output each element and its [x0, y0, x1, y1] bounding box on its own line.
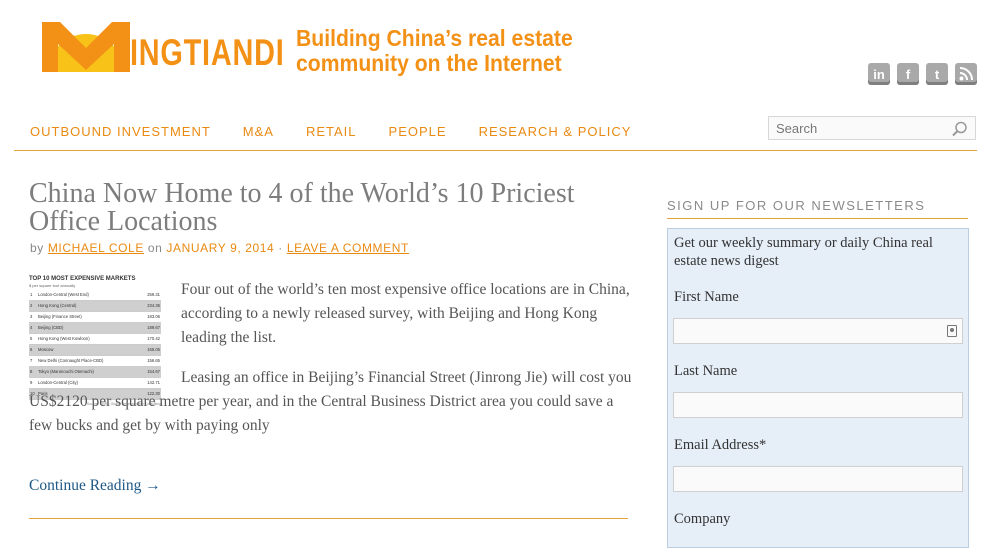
main-nav: OUTBOUND INVESTMENT M&A RETAIL PEOPLE RE… — [14, 114, 977, 151]
author-link[interactable]: MICHAEL COLE — [48, 241, 144, 255]
sun-logo-icon — [42, 22, 130, 72]
site-logo[interactable]: INGTIANDI — [38, 14, 284, 74]
thumb-row-label: Beijing (Finance Street) — [38, 314, 82, 319]
thumb-table-row: 2 Hong Kong (Central) 234.36 — [29, 301, 161, 312]
thumb-row-left: 5 Hong Kong (West Kowloon) — [30, 334, 90, 344]
thumb-row-value: 165.05 — [147, 347, 160, 352]
search-box — [768, 116, 976, 140]
rss-icon[interactable] — [955, 63, 977, 85]
first-name-label: First Name — [674, 289, 739, 305]
site-header: INGTIANDI Building China’s real estate c… — [0, 0, 991, 110]
thumb-row-rank: 2 — [30, 303, 33, 308]
last-name-field[interactable] — [673, 392, 963, 418]
thumb-row-rank: 1 — [30, 292, 33, 297]
nav-item-people[interactable]: PEOPLE — [389, 124, 447, 139]
twitter-icon[interactable]: t — [926, 63, 948, 85]
post-divider — [29, 518, 628, 519]
thumb-row-value: 234.36 — [147, 303, 160, 308]
thumb-row-value: 170.42 — [147, 336, 160, 341]
thumb-row-label: Moscow — [38, 347, 54, 352]
thumb-title: TOP 10 MOST EXPENSIVE MARKETS — [29, 276, 136, 282]
thumb-row-label: Hong Kong (Central) — [38, 303, 77, 308]
facebook-icon[interactable]: f — [897, 63, 919, 85]
thumb-row-left: 1 London-Central (West End) — [30, 290, 89, 300]
thumb-table-row: 1 London-Central (West End) 259.31 — [29, 290, 161, 301]
thumb-table-row: 3 Beijing (Finance Street) 183.06 — [29, 312, 161, 323]
nav-item-retail[interactable]: RETAIL — [306, 124, 357, 139]
thumb-subtitle: $ per square foot annually — [29, 283, 76, 288]
newsletter-heading: SIGN UP FOR OUR NEWSLETTERS — [667, 198, 968, 219]
thumb-row-left: 4 Beijing (CBD) — [30, 323, 63, 333]
thumb-row-value: 189.67 — [147, 325, 160, 330]
thumb-row-value: 156.65 — [147, 358, 160, 363]
meta-on: on — [147, 241, 163, 255]
search-icon[interactable] — [951, 120, 969, 138]
newsletter-description: Get our weekly summary or daily China re… — [674, 235, 933, 269]
thumb-table-row: 5 Hong Kong (West Kowloon) 170.42 — [29, 334, 161, 345]
tagline-line-1: Building China’s real estate — [296, 25, 573, 51]
post-paragraph-2-text: Leasing an office in Beijing’s Financial… — [29, 369, 632, 434]
nav-menu: OUTBOUND INVESTMENT M&A RETAIL PEOPLE RE… — [30, 124, 663, 139]
contact-card-icon — [947, 325, 957, 337]
thumb-table-row: 4 Beijing (CBD) 189.67 — [29, 323, 161, 334]
post-paragraph-1: Four out of the world’s ten most expensi… — [181, 281, 630, 346]
meta-separator: · — [278, 241, 283, 255]
thumb-table-row: 6 Moscow 165.05 — [29, 345, 161, 356]
search-input[interactable] — [769, 117, 953, 139]
thumb-row-label: Beijing (CBD) — [38, 325, 64, 330]
thumb-row-left: 6 Moscow — [30, 345, 53, 355]
thumb-row-label: London-Central (West End) — [38, 292, 89, 297]
email-label: Email Address* — [674, 437, 767, 453]
thumb-row-label: New Delhi (Connaught Place-CBD) — [38, 358, 104, 363]
linkedin-icon[interactable]: in — [868, 63, 890, 85]
first-name-field[interactable] — [673, 318, 963, 344]
thumb-row-value: 259.31 — [147, 292, 160, 297]
nav-item-research-policy[interactable]: RESEARCH & POLICY — [479, 124, 632, 139]
leave-comment-link[interactable]: LEAVE A COMMENT — [287, 241, 409, 255]
thumb-row-left: 3 Beijing (Finance Street) — [30, 312, 82, 322]
meta-by: by — [30, 241, 44, 255]
post-paragraph-2: Leasing an office in Beijing’s Financial… — [29, 366, 639, 438]
tagline-line-2: community on the Internet — [296, 50, 562, 76]
thumb-row-rank: 3 — [30, 314, 33, 319]
thumb-row-rank: 4 — [30, 325, 33, 330]
continue-reading-link[interactable]: Continue Reading → — [29, 477, 161, 495]
thumb-row-rank: 6 — [30, 347, 33, 352]
newsletter-form: Get our weekly summary or daily China re… — [667, 228, 969, 548]
thumb-row-value: 183.06 — [147, 314, 160, 319]
thumb-row-label: Hong Kong (West Kowloon) — [38, 336, 90, 341]
thumb-row-left: 7 New Delhi (Connaught Place-CBD) — [30, 356, 103, 366]
thumb-row-rank: 7 — [30, 358, 33, 363]
nav-item-m-and-a[interactable]: M&A — [243, 124, 274, 139]
post-date[interactable]: JANUARY 9, 2014 — [166, 241, 274, 255]
logo-wordmark: INGTIANDI — [130, 32, 285, 73]
nav-item-outbound-investment[interactable]: OUTBOUND INVESTMENT — [30, 124, 211, 139]
company-label: Company — [674, 511, 731, 527]
rss-glyph-icon — [959, 67, 973, 81]
last-name-label: Last Name — [674, 363, 738, 379]
post-meta: by MICHAEL COLE on JANUARY 9, 2014 · LEA… — [30, 241, 409, 255]
thumb-row-rank: 5 — [30, 336, 33, 341]
site-tagline: Building China’s real estate community o… — [296, 26, 573, 76]
post-title[interactable]: China Now Home to 4 of the World’s 10 Pr… — [29, 180, 639, 236]
thumb-row-left: 2 Hong Kong (Central) — [30, 301, 76, 311]
email-field[interactable] — [673, 466, 963, 492]
social-links: in f t — [868, 63, 977, 85]
